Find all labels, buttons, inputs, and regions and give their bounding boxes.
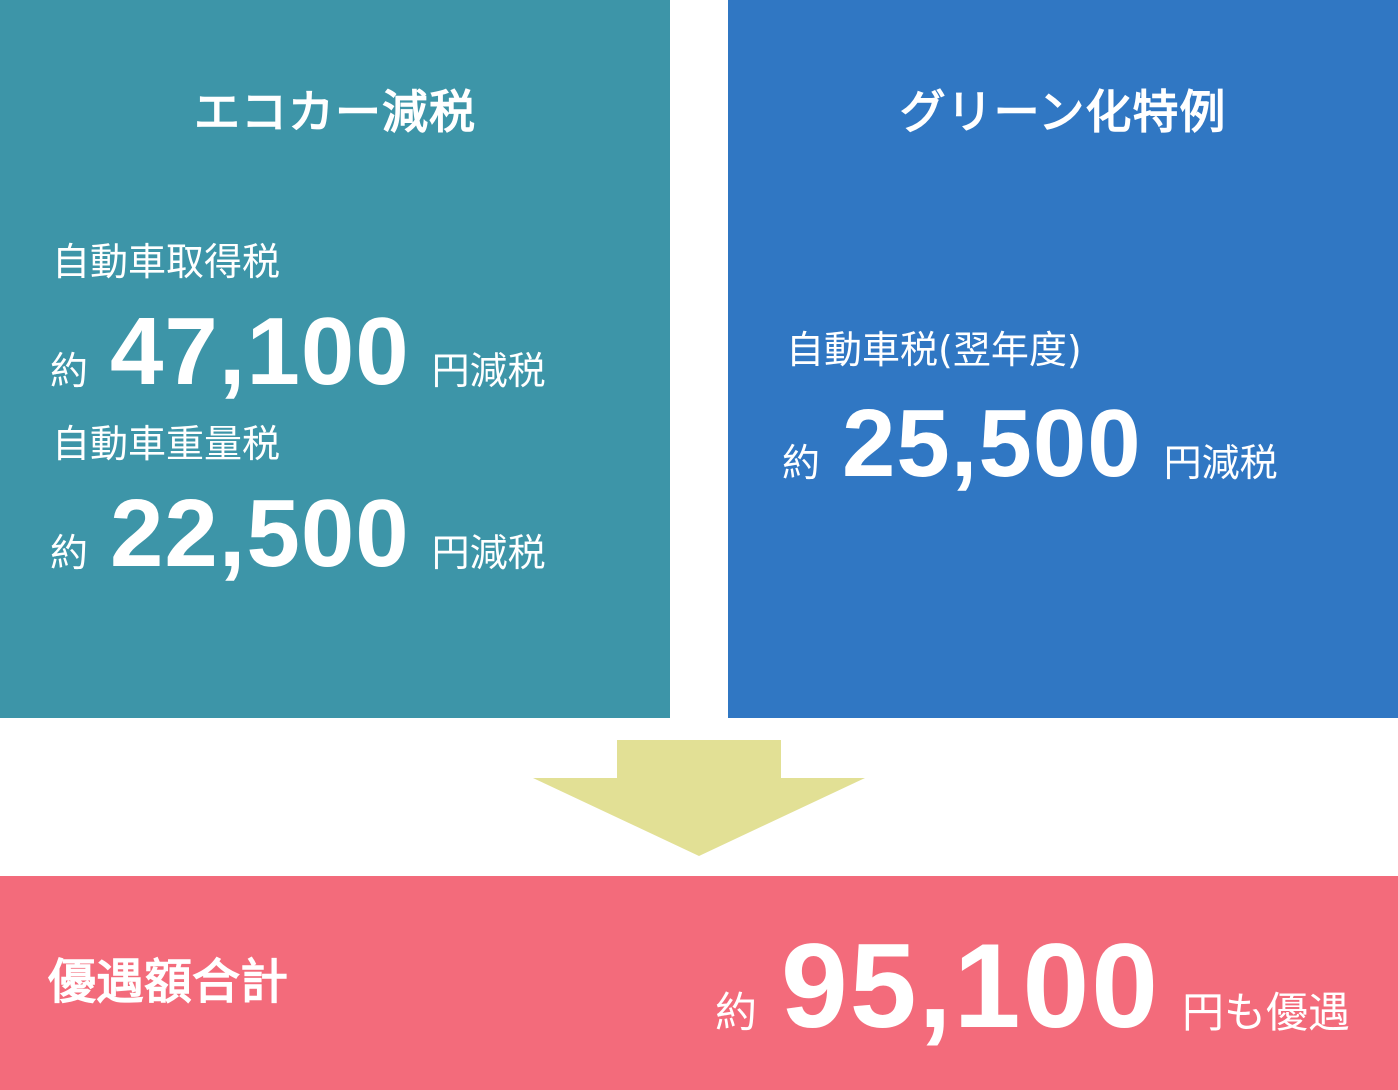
automobile-tax-label: 自動車税(翌年度) — [786, 328, 1082, 372]
amount-value: 25,500 — [842, 390, 1142, 497]
amount-suffix: 円減税 — [1163, 441, 1278, 485]
approx-prefix: 約 — [782, 441, 821, 485]
total-benefit-label: 優遇額合計 — [48, 954, 289, 1010]
total-amount-value: 95,100 — [780, 919, 1160, 1053]
eco-car-tax-panel: エコカー減税 自動車取得税 約 47,100 円減税 自動車重量税 約 22,500 円… — [0, 0, 670, 718]
amount-suffix: 円減税 — [431, 531, 546, 575]
green-special-panel: グリーン化特例 自動車税(翌年度) 約 25,500 円減税 — [728, 0, 1398, 718]
amount-value: 22,500 — [110, 480, 410, 587]
arrow-down-icon — [533, 740, 865, 856]
eco-car-tax-title: エコカー減税 — [194, 85, 476, 139]
total-benefit-bar: 優遇額合計 約 95,100 円も優遇 — [0, 876, 1398, 1090]
total-benefit-amount: 約 95,100 円も優遇 — [715, 926, 1350, 1046]
approx-prefix: 約 — [50, 531, 89, 575]
weight-tax-label: 自動車重量税 — [52, 422, 281, 466]
green-special-title: グリーン化特例 — [899, 85, 1227, 139]
automobile-tax-amount: 約 25,500 円減税 — [782, 396, 1278, 492]
weight-tax-amount: 約 22,500 円減税 — [50, 486, 546, 582]
amount-value: 47,100 — [110, 298, 410, 405]
total-amount-suffix: 円も優遇 — [1181, 988, 1350, 1037]
approx-prefix: 約 — [50, 349, 89, 393]
acquisition-tax-amount: 約 47,100 円減税 — [50, 304, 546, 400]
acquisition-tax-label: 自動車取得税 — [52, 240, 281, 284]
approx-prefix: 約 — [714, 988, 757, 1037]
amount-suffix: 円減税 — [431, 349, 546, 393]
